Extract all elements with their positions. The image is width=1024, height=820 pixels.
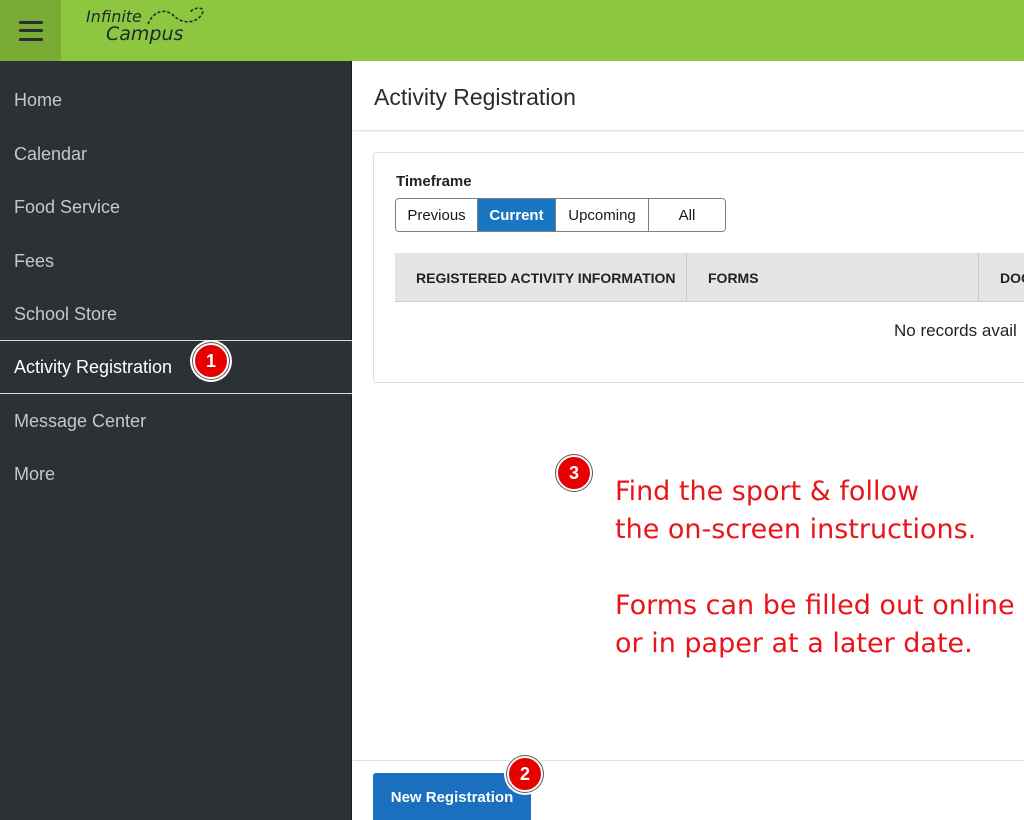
instruction-line-4: or in paper at a later date. bbox=[615, 628, 973, 659]
step-3-number: 3 bbox=[556, 455, 592, 491]
page-title: Activity Registration bbox=[374, 84, 576, 110]
page-header: Activity Registration bbox=[353, 61, 1024, 131]
step-2-badge: 2 bbox=[504, 753, 546, 795]
infinite-campus-logo[interactable]: Infinite Campus bbox=[86, 4, 216, 48]
sidebar-nav: Home Calendar Food Service Fees School S… bbox=[0, 61, 352, 820]
sidebar-item-message-center[interactable]: Message Center bbox=[0, 394, 352, 448]
sidebar-item-home[interactable]: Home bbox=[0, 73, 352, 127]
instruction-line-1: Find the sport & follow bbox=[615, 476, 920, 507]
column-header-forms[interactable]: FORMS bbox=[687, 253, 979, 302]
hamburger-menu-icon[interactable] bbox=[0, 0, 61, 61]
table-header: REGISTERED ACTIVITY INFORMATION FORMS DO… bbox=[395, 253, 1024, 302]
timeframe-upcoming-button[interactable]: Upcoming bbox=[556, 199, 649, 231]
top-bar: Infinite Campus bbox=[0, 0, 1024, 61]
sidebar-item-food-service[interactable]: Food Service bbox=[0, 180, 352, 234]
registrations-card: Timeframe Previous Current Upcoming All … bbox=[373, 152, 1024, 383]
sidebar-item-calendar[interactable]: Calendar bbox=[0, 127, 352, 181]
sidebar-item-fees[interactable]: Fees bbox=[0, 234, 352, 288]
timeframe-previous-button[interactable]: Previous bbox=[396, 199, 478, 231]
timeframe-label: Timeframe bbox=[396, 173, 472, 190]
timeframe-all-button[interactable]: All bbox=[649, 199, 725, 231]
footer-bar: New Registration bbox=[353, 760, 1024, 820]
content-panel: Timeframe Previous Current Upcoming All … bbox=[353, 132, 1024, 762]
timeframe-toggle: Previous Current Upcoming All bbox=[395, 198, 726, 232]
timeframe-current-button[interactable]: Current bbox=[478, 199, 556, 231]
sidebar-item-activity-registration[interactable]: Activity Registration bbox=[0, 340, 352, 394]
logo-text-campus: Campus bbox=[106, 23, 184, 45]
step-1-badge: 1 bbox=[190, 340, 232, 382]
step-3-badge: 3 bbox=[553, 452, 595, 494]
column-header-registered-activity[interactable]: REGISTERED ACTIVITY INFORMATION bbox=[395, 253, 687, 302]
instruction-line-2: the on-screen instructions. bbox=[615, 514, 977, 545]
empty-table-message: No records avail bbox=[894, 321, 1017, 340]
step-2-number: 2 bbox=[507, 756, 543, 792]
sidebar-item-more[interactable]: More bbox=[0, 447, 352, 501]
column-header-documents[interactable]: DOC bbox=[979, 253, 1024, 302]
instruction-text: Find the sport & follow the on-screen in… bbox=[615, 473, 1015, 663]
instruction-line-3: Forms can be filled out online bbox=[615, 590, 1015, 621]
main-area: Activity Registration Timeframe Previous… bbox=[353, 61, 1024, 820]
sidebar-item-school-store[interactable]: School Store bbox=[0, 287, 352, 341]
step-1-number: 1 bbox=[193, 343, 229, 379]
